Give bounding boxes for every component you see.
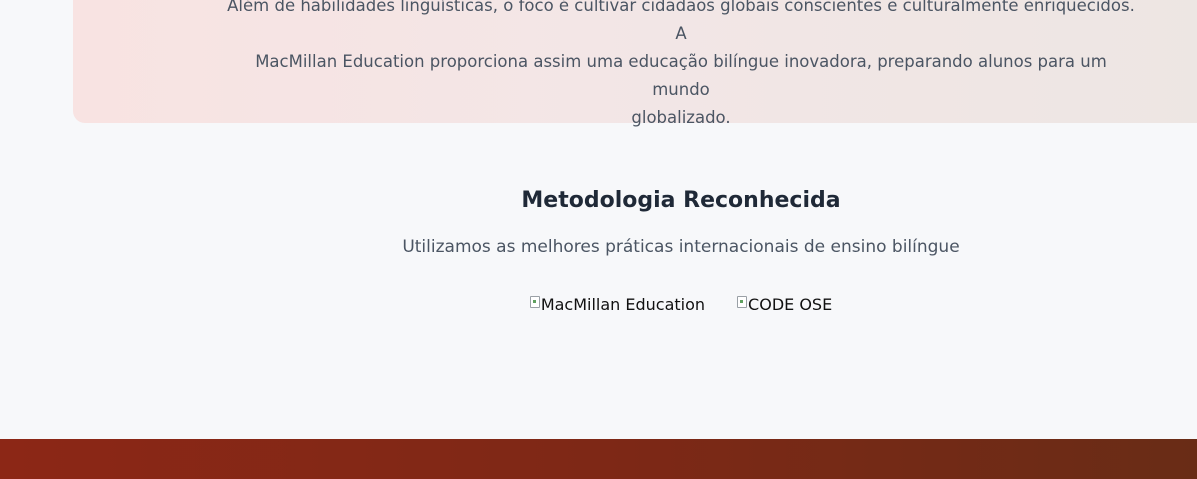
code-ose-logo: CODE OSE: [737, 295, 832, 315]
methodology-subtitle: Utilizamos as melhores práticas internac…: [402, 237, 960, 257]
partner-logos: MacMillan Education CODE OSE: [0, 295, 1197, 315]
methodology-title: Metodologia Reconhecida: [521, 188, 841, 213]
code-ose-logo-alt-text: CODE OSE: [748, 295, 833, 314]
macmillan-education-logo: MacMillan Education: [529, 295, 706, 315]
macmillan-logo-alt-text: MacMillan Education: [540, 295, 706, 314]
intro-paragraph: Além de habilidades linguísticas, o foco…: [227, 0, 1135, 127]
broken-image-icon: [529, 296, 540, 308]
page: Além de habilidades linguísticas, o foco…: [0, 0, 1197, 479]
broken-image-icon: [737, 296, 748, 308]
footer-band: [0, 439, 1197, 479]
